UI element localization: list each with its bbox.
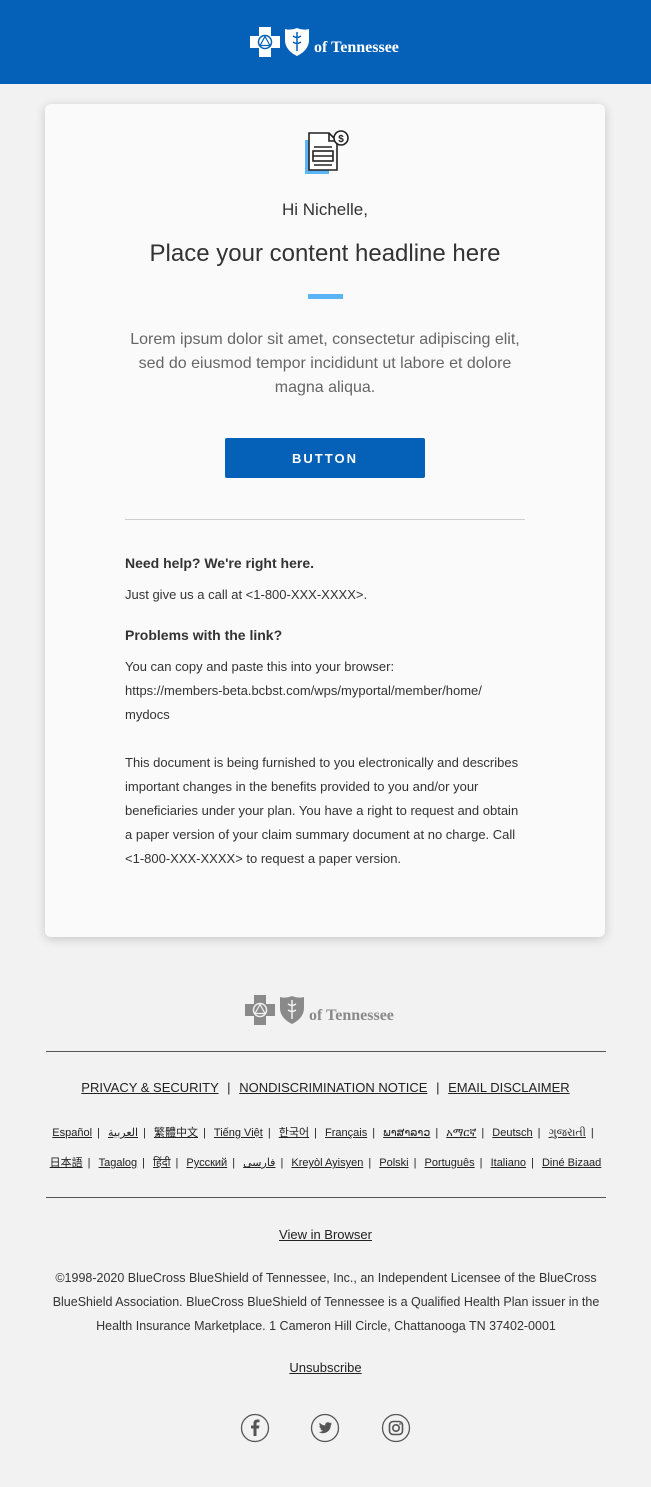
blue-shield-icon [285,28,309,56]
unsubscribe-link[interactable]: Unsubscribe [289,1360,361,1375]
lang-link-chinese[interactable]: 繁體中文 [154,1127,198,1139]
lang-link-lao[interactable]: ພາສາລາວ [383,1127,430,1139]
facebook-icon[interactable] [240,1413,270,1443]
footer-divider-top [46,1051,606,1052]
lang-link-portuguese[interactable]: Português [425,1157,475,1169]
link-url-line-1[interactable]: https://members-beta.bcbst.com/wps/mypor… [125,679,525,703]
svg-text:$: $ [338,134,344,145]
lang-link-espanol[interactable]: Español [52,1127,92,1139]
copyright-text: ©1998-2020 BlueCross BlueShield of Tenne… [52,1271,600,1333]
lang-link-korean[interactable]: 한국어 [279,1127,309,1139]
lang-link-italian[interactable]: Italiano [491,1157,526,1169]
body-text: Lorem ipsum dolor sit amet, consectetur … [130,331,520,396]
link-url-line-2[interactable]: mydocs [125,703,525,727]
section-divider [125,519,525,520]
lang-link-gujarati[interactable]: ગુજરાતી [549,1127,586,1139]
link-intro: You can copy and paste this into your br… [125,659,395,674]
lang-link-russian[interactable]: Русский [186,1157,227,1169]
twitter-icon[interactable] [310,1413,340,1443]
footer-divider-bottom [46,1197,606,1198]
email-disclaimer-link[interactable]: EMAIL DISCLAIMER [448,1080,570,1095]
separator: | [436,1080,440,1095]
lang-link-farsi[interactable]: فارسی [243,1157,275,1169]
document-dollar-icon: $ [305,130,349,174]
lang-link-amharic[interactable]: አማርኛ [446,1127,476,1139]
lang-link-hindi[interactable]: हिंदी [153,1157,170,1169]
cta-button[interactable]: BUTTON [225,438,425,478]
blue-cross-icon [250,27,280,57]
language-links-row-1: Español | العربية | 繁體中文 | Tiếng Việt | 한국어 |… [52,1127,594,1139]
footer-policy-links: PRIVACY & SECURITY | NONDISCRIMINATION N… [0,1080,651,1095]
lang-link-kreyol[interactable]: Kreyòl Ayisyen [291,1157,363,1169]
greeting: Hi Nichelle, [282,200,368,219]
blue-cross-icon [245,995,275,1025]
lang-link-arabic[interactable]: العربية [108,1127,138,1139]
lang-link-french[interactable]: Français [325,1127,367,1139]
help-text: Just give us a call at <1-800-XXX-XXXX>. [125,587,368,602]
link-instructions: You can copy and paste this into your br… [125,655,525,727]
lang-link-japanese[interactable]: 日本語 [50,1157,83,1169]
content-headline: Place your content headline here [149,240,501,267]
accent-divider [308,294,343,299]
unsubscribe: Unsubscribe [0,1360,651,1375]
view-in-browser-link[interactable]: View in Browser [279,1227,372,1242]
footer-logo-text: of Tennessee [309,1007,394,1024]
disclaimer-text: This document is being furnished to you … [125,755,519,866]
lang-link-german[interactable]: Deutsch [492,1127,532,1139]
blue-shield-icon [280,996,304,1024]
instagram-icon[interactable] [381,1413,411,1443]
bcbst-logo[interactable]: of Tennessee [249,26,399,58]
logo-text: of Tennessee [314,39,399,56]
lang-link-polish[interactable]: Polski [379,1157,408,1169]
lang-link-navajo[interactable]: Diné Bizaad [542,1157,601,1169]
content-card: $ Hi Nichelle, Place your content headli… [45,104,605,937]
link-problems-title: Problems with the link? [125,627,283,643]
footer-logo[interactable]: of Tennessee [244,994,394,1026]
nondiscrimination-notice-link[interactable]: NONDISCRIMINATION NOTICE [239,1080,427,1095]
lang-link-tagalog[interactable]: Tagalog [99,1157,138,1169]
header-bar: of Tennessee [0,0,651,84]
lang-link-vietnamese[interactable]: Tiếng Việt [214,1127,263,1139]
help-title: Need help? We're right here. [125,555,314,571]
privacy-security-link[interactable]: PRIVACY & SECURITY [81,1080,218,1095]
language-links-row-2: 日本語 | Tagalog | हिंदी | Русский | فارسی | Kre… [49,1157,602,1169]
separator: | [227,1080,231,1095]
view-in-browser: View in Browser [0,1227,651,1242]
